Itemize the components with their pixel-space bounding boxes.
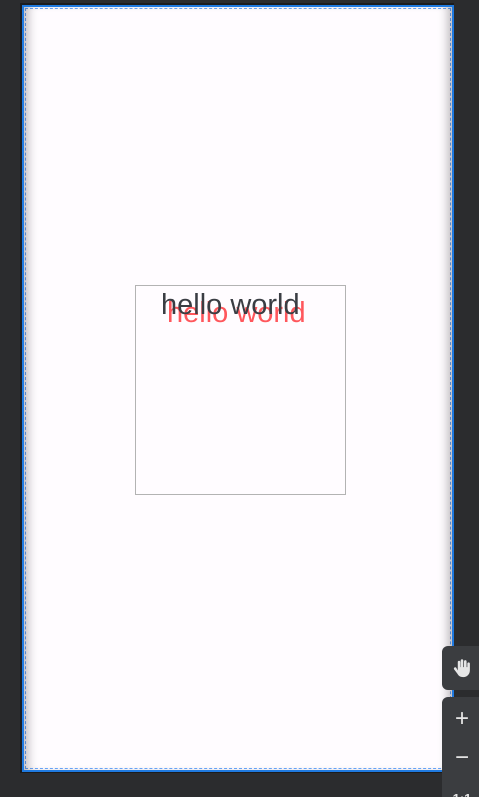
hand-icon [451, 657, 473, 679]
text-label[interactable]: hello world [161, 289, 300, 322]
zoom-out-button[interactable]: − [442, 739, 479, 777]
zoom-in-button[interactable]: + [442, 700, 479, 738]
zoom-reset-button[interactable]: 1:1 [442, 779, 479, 797]
design-canvas[interactable]: hello world hello world [22, 5, 454, 772]
editor-workspace: hello world hello world + − 1:1 [0, 0, 479, 797]
zoom-controls: + − 1:1 [442, 697, 479, 797]
pan-tool-button[interactable] [442, 646, 479, 690]
